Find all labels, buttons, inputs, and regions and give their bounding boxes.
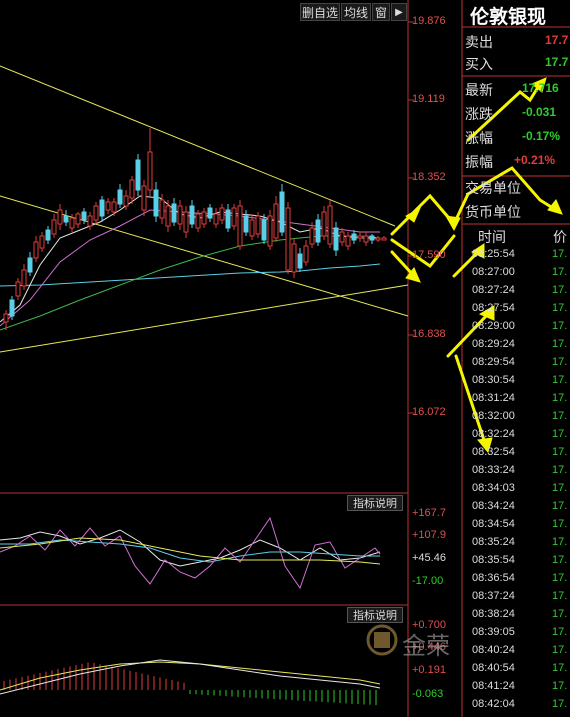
instrument-title: 伦敦银现 bbox=[470, 6, 547, 28]
candlesticks bbox=[3, 128, 387, 330]
tick-time: 08:34:03 bbox=[472, 482, 515, 494]
trade-unit-label: 交易单位 bbox=[465, 181, 521, 197]
amplitude-label: 振幅 bbox=[465, 155, 493, 171]
tick-time: 08:30:54 bbox=[472, 374, 515, 386]
indicator1-lines bbox=[0, 516, 381, 590]
tick-price: 17. bbox=[552, 356, 568, 368]
indicator1-axis-label: -17.00 bbox=[412, 575, 444, 587]
tick-time: 08:38:24 bbox=[472, 608, 515, 620]
tick-time: 08:31:24 bbox=[472, 392, 515, 404]
indicator1-axis-label: +167.7 bbox=[412, 507, 446, 519]
price-column-header: 价 bbox=[553, 230, 567, 246]
tick-price: 17. bbox=[552, 680, 568, 692]
tick-price: 17. bbox=[552, 428, 568, 440]
amplitude-value: +0.21% bbox=[514, 153, 556, 167]
tick-time: 08:40:24 bbox=[472, 644, 515, 656]
tick-price: 17. bbox=[552, 248, 568, 260]
indicator2-axis-label: +0.191 bbox=[412, 664, 446, 676]
tick-time: 08:36:54 bbox=[472, 572, 515, 584]
change-value: -0.031 bbox=[522, 105, 557, 119]
tick-time: 08:39:05 bbox=[472, 626, 515, 638]
tick-time: 08:35:24 bbox=[472, 536, 515, 548]
tick-price: 17. bbox=[552, 662, 568, 674]
sell-value: 17.7 bbox=[545, 33, 569, 47]
tick-time: 08:42:04 bbox=[472, 698, 515, 710]
tick-price: 17. bbox=[552, 482, 568, 494]
price-axis-label: 16.072 bbox=[412, 406, 446, 418]
tick-price: 17. bbox=[552, 518, 568, 530]
sell-label: 卖出 bbox=[465, 35, 493, 51]
tick-price: 17. bbox=[552, 554, 568, 566]
price-axis-label: 19.876 bbox=[412, 15, 446, 27]
tick-price: 17. bbox=[552, 626, 568, 638]
watermark-logo bbox=[366, 624, 398, 656]
tick-time: 08:32:54 bbox=[472, 446, 515, 458]
tick-time: 08:25:54 bbox=[472, 248, 515, 260]
change-pct-label: 涨幅 bbox=[465, 131, 493, 147]
tick-price: 17. bbox=[552, 392, 568, 404]
indicator1-help-button[interactable]: 指标说明 bbox=[347, 495, 403, 511]
tick-time: 08:32:24 bbox=[472, 428, 515, 440]
tick-price: 17. bbox=[552, 410, 568, 422]
tick-time: 08:37:24 bbox=[472, 590, 515, 602]
price-axis-label: 19.119 bbox=[412, 93, 445, 105]
tick-price: 17. bbox=[552, 338, 568, 350]
tick-price: 17. bbox=[552, 698, 568, 710]
price-axis-label: 17.590 bbox=[412, 249, 446, 261]
tick-price: 17. bbox=[552, 644, 568, 656]
tick-price: 17. bbox=[552, 284, 568, 296]
indicator2-lines bbox=[0, 659, 381, 695]
latest-value: 17.716 bbox=[522, 81, 559, 95]
change-label: 涨跌 bbox=[465, 107, 493, 123]
tick-price: 17. bbox=[552, 590, 568, 602]
tick-price: 17. bbox=[552, 536, 568, 548]
tick-time: 08:34:54 bbox=[472, 518, 515, 530]
tick-price: 17. bbox=[552, 302, 568, 314]
buy-value: 17.7 bbox=[545, 55, 569, 69]
price-axis-label: 16.838 bbox=[412, 328, 446, 340]
tick-time: 08:27:00 bbox=[472, 266, 515, 278]
tick-price: 17. bbox=[552, 320, 568, 332]
delete-watchlist-button[interactable]: 删自选 bbox=[300, 3, 340, 21]
tick-price: 17. bbox=[552, 464, 568, 476]
tick-price: 17. bbox=[552, 446, 568, 458]
tick-time: 08:32:00 bbox=[472, 410, 515, 422]
tick-time: 08:40:54 bbox=[472, 662, 515, 674]
tick-time: 08:41:24 bbox=[472, 680, 515, 692]
window-button[interactable]: 窗 bbox=[372, 3, 390, 21]
currency-unit-label: 货币单位 bbox=[465, 205, 521, 221]
tick-price: 17. bbox=[552, 572, 568, 584]
tick-time: 08:34:24 bbox=[472, 500, 515, 512]
tick-time: 08:33:24 bbox=[472, 464, 515, 476]
tick-time: 08:29:00 bbox=[472, 320, 515, 332]
tick-time: 08:29:24 bbox=[472, 338, 515, 350]
price-axis-label: 18.352 bbox=[412, 171, 446, 183]
change-pct-value: -0.17% bbox=[522, 129, 561, 143]
moving-average-button[interactable]: 均线 bbox=[341, 3, 371, 21]
watermark-text: 金荣 bbox=[402, 632, 450, 660]
tick-price: 17. bbox=[552, 500, 568, 512]
tick-price: 17. bbox=[552, 608, 568, 620]
tick-price: 17. bbox=[552, 374, 568, 386]
tick-time: 08:27:24 bbox=[472, 284, 515, 296]
indicator1-axis-label: +107.9 bbox=[412, 529, 446, 541]
tick-time: 08:27:54 bbox=[472, 302, 515, 314]
time-column-header: 时间 bbox=[478, 230, 506, 246]
macd-histogram bbox=[3, 662, 377, 706]
indicator2-axis-label: -0.063 bbox=[412, 688, 444, 700]
latest-label: 最新 bbox=[465, 83, 493, 99]
tick-time: 08:29:54 bbox=[472, 356, 515, 368]
tick-price: 17. bbox=[552, 266, 568, 278]
indicator2-help-button[interactable]: 指标说明 bbox=[347, 607, 403, 623]
indicator1-axis-label: +45.46 bbox=[412, 552, 446, 564]
expand-arrow-icon[interactable]: ▶ bbox=[391, 3, 407, 21]
buy-label: 买入 bbox=[465, 57, 493, 73]
tick-time: 08:35:54 bbox=[472, 554, 515, 566]
